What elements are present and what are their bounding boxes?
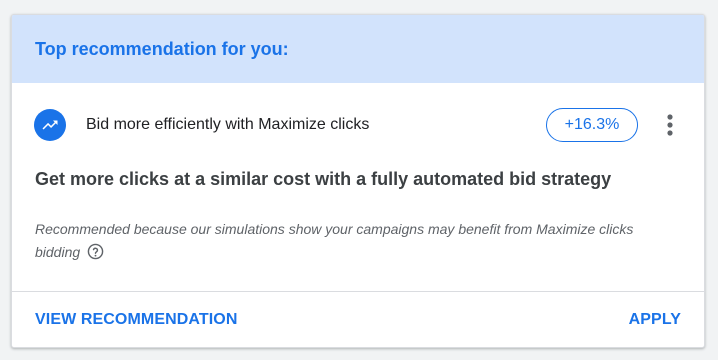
- recommendation-card: Top recommendation for you: Bid more eff…: [11, 14, 705, 348]
- recommendation-reason: Recommended because our simulations show…: [35, 218, 675, 267]
- apply-button[interactable]: APPLY: [629, 311, 681, 329]
- view-recommendation-button[interactable]: VIEW RECOMMENDATION: [35, 311, 238, 329]
- help-circle-icon[interactable]: [87, 243, 104, 267]
- card-header: Top recommendation for you:: [12, 15, 704, 83]
- uplift-badge: +16.3%: [546, 108, 638, 142]
- footer-divider: [12, 291, 704, 292]
- more-vert-icon[interactable]: [658, 111, 682, 139]
- recommendation-title: Bid more efficiently with Maximize click…: [86, 116, 370, 133]
- recommendation-headline: Get more clicks at a similar cost with a…: [35, 169, 612, 189]
- card-header-title: Top recommendation for you:: [35, 38, 289, 59]
- reason-text: Recommended because our simulations show…: [35, 221, 634, 260]
- recommendation-row: Bid more efficiently with Maximize click…: [12, 103, 704, 147]
- trending-up-icon: [34, 109, 66, 141]
